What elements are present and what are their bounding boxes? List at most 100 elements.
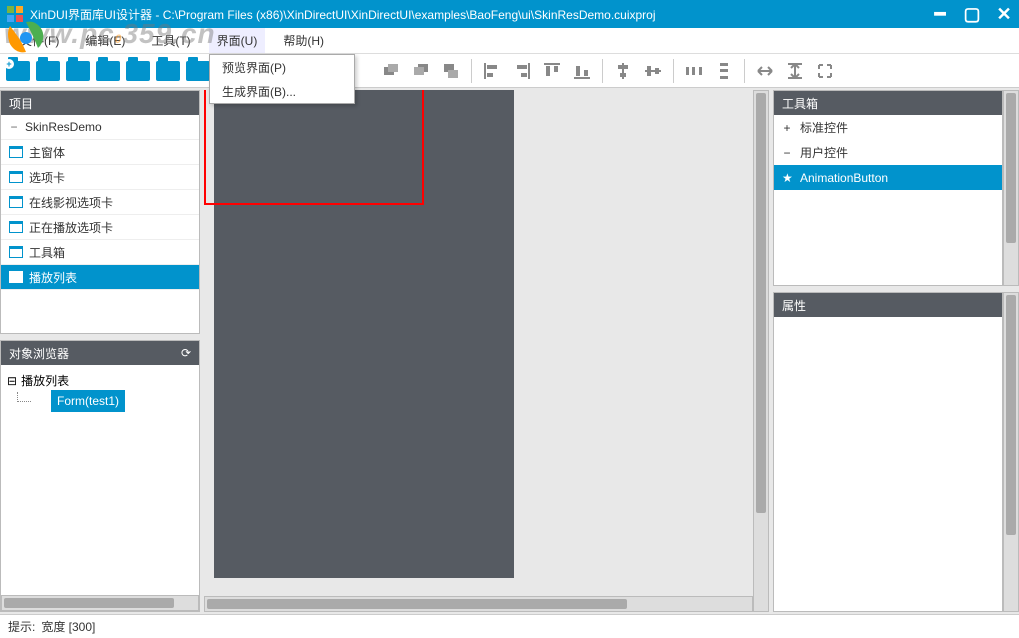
toolbox-row-label: 标准控件 <box>800 119 848 136</box>
file-icon <box>9 246 23 258</box>
toolbar-folder6-icon[interactable] <box>154 57 182 85</box>
titlebar: XinDUI界面库UI设计器 - C:\Program Files (x86)\… <box>0 0 1019 28</box>
canvas-scrollbar-v[interactable] <box>753 90 769 612</box>
menu-generate-ui[interactable]: 生成界面(B)... <box>210 79 354 103</box>
menu-help[interactable]: 帮助(H) <box>275 28 332 53</box>
same-height-icon[interactable] <box>781 57 809 85</box>
canvas-scrollbar-h[interactable] <box>204 596 753 612</box>
properties-header: 属性 <box>774 293 1002 317</box>
toolbar-separator <box>744 59 745 83</box>
project-item-playlist[interactable]: 播放列表 <box>1 265 199 290</box>
project-item-tab[interactable]: 选项卡 <box>1 165 199 190</box>
toolbar-new-icon[interactable]: + <box>4 57 32 85</box>
toolbox-panel: 工具箱 + 标准控件 − 用户控件 ★ AnimationButton <box>773 90 1003 286</box>
menu-ui[interactable]: 界面(U) <box>209 28 266 53</box>
project-item-playing[interactable]: 正在播放选项卡 <box>1 215 199 240</box>
align-center-h-icon[interactable] <box>609 57 637 85</box>
file-icon <box>9 196 23 208</box>
align-bottom-icon[interactable] <box>568 57 596 85</box>
object-browser-body: ⊟ 播放列表 Form(test1) <box>1 365 199 412</box>
distribute-v-icon[interactable] <box>710 57 738 85</box>
toolbar-folder7-icon[interactable] <box>184 57 212 85</box>
object-browser-title: 对象浏览器 <box>9 345 69 362</box>
project-item-mainform[interactable]: 主窗体 <box>1 140 199 165</box>
align-top-icon[interactable] <box>538 57 566 85</box>
statusbar: 提示: 宽度 [300] <box>0 614 1019 638</box>
design-canvas-wrap <box>204 90 753 596</box>
same-size-icon[interactable] <box>811 57 839 85</box>
file-icon <box>9 171 23 183</box>
project-item-label: 播放列表 <box>29 269 77 286</box>
properties-panel: 属性 <box>773 292 1003 612</box>
toolbar-separator <box>471 59 472 83</box>
properties-title: 属性 <box>782 297 806 314</box>
app-icon <box>6 5 24 23</box>
project-item-label: 正在播放选项卡 <box>29 219 113 236</box>
same-width-icon[interactable] <box>751 57 779 85</box>
highlight-box <box>204 90 424 205</box>
toolbox-animation-button[interactable]: ★ AnimationButton <box>774 165 1002 190</box>
toolbar-separator <box>673 59 674 83</box>
toolbar-open-icon[interactable] <box>34 57 62 85</box>
menu-file[interactable]: 文件(F) <box>12 28 67 53</box>
menu-edit[interactable]: 编辑(E) <box>77 28 133 53</box>
center-column <box>202 88 771 614</box>
ui-dropdown-menu: 预览界面(P) 生成界面(B)... <box>209 54 355 104</box>
design-canvas[interactable] <box>214 90 514 578</box>
project-item-label: 在线影视选项卡 <box>29 194 113 211</box>
minimize-button[interactable]: ━ <box>931 5 949 23</box>
menu-preview-ui[interactable]: 预览界面(P) <box>210 55 354 79</box>
window-title: XinDUI界面库UI设计器 - C:\Program Files (x86)\… <box>30 6 931 23</box>
collapse-icon: − <box>782 146 792 160</box>
browser-scrollbar-h[interactable] <box>1 595 199 611</box>
distribute-h-icon[interactable] <box>680 57 708 85</box>
menu-tools[interactable]: 工具(T) <box>143 28 198 53</box>
align-right-icon[interactable] <box>508 57 536 85</box>
toolbar: + <box>0 54 1019 88</box>
toolbar-saveall-icon[interactable] <box>94 57 122 85</box>
project-tree: − SkinResDemo 主窗体 选项卡 在线影视选项卡 正在播放 <box>1 115 199 290</box>
window-controls: ━ ▢ ✕ <box>931 5 1013 23</box>
right-column: 工具箱 + 标准控件 − 用户控件 ★ AnimationButton <box>771 88 1019 614</box>
project-panel-header: 项目 <box>1 91 199 115</box>
toolbar-save-icon[interactable] <box>64 57 92 85</box>
project-item-toolbox[interactable]: 工具箱 <box>1 240 199 265</box>
toolbox-standard-controls[interactable]: + 标准控件 <box>774 115 1002 140</box>
align-left-icon[interactable] <box>478 57 506 85</box>
properties-scrollbar-v[interactable] <box>1003 292 1019 612</box>
menubar: 文件(F) 编辑(E) 工具(T) 界面(U) 帮助(H) <box>0 28 1019 54</box>
file-icon <box>9 146 23 158</box>
project-item-online[interactable]: 在线影视选项卡 <box>1 190 199 215</box>
file-icon <box>9 221 23 233</box>
left-column: 项目 − SkinResDemo 主窗体 选项卡 在线影视选项卡 <box>0 88 202 614</box>
browser-child-row: Form(test1) <box>7 392 193 408</box>
file-icon <box>9 271 23 283</box>
project-item-root[interactable]: − SkinResDemo <box>1 115 199 140</box>
maximize-button[interactable]: ▢ <box>963 5 981 23</box>
object-browser-panel: 对象浏览器 ⟳ ⊟ 播放列表 Form(test1) <box>0 340 200 612</box>
toolbar-folder5-icon[interactable] <box>124 57 152 85</box>
project-item-label: 工具箱 <box>29 244 65 261</box>
toolbox-row-label: AnimationButton <box>800 171 888 185</box>
toolbox-title: 工具箱 <box>782 95 818 112</box>
browser-child-item[interactable]: Form(test1) <box>51 390 125 412</box>
toolbox-row-label: 用户控件 <box>800 144 848 161</box>
toolbar-layer3-icon[interactable] <box>437 57 465 85</box>
toolbar-layer1-icon[interactable] <box>377 57 405 85</box>
refresh-icon[interactable]: ⟳ <box>181 346 191 360</box>
browser-root-item[interactable]: ⊟ 播放列表 <box>7 369 193 392</box>
project-panel: 项目 − SkinResDemo 主窗体 选项卡 在线影视选项卡 <box>0 90 200 334</box>
project-item-label: 选项卡 <box>29 169 65 186</box>
status-width-value: 宽度 [300] <box>41 618 95 635</box>
project-item-label: 主窗体 <box>29 144 65 161</box>
toolbar-layer2-icon[interactable] <box>407 57 435 85</box>
align-center-v-icon[interactable] <box>639 57 667 85</box>
toolbox-header: 工具箱 <box>774 91 1002 115</box>
toolbox-scrollbar-v[interactable] <box>1003 90 1019 286</box>
tree-line <box>17 392 31 402</box>
project-item-label: SkinResDemo <box>25 120 102 134</box>
close-button[interactable]: ✕ <box>995 5 1013 23</box>
main-area: 项目 − SkinResDemo 主窗体 选项卡 在线影视选项卡 <box>0 88 1019 614</box>
toolbox-user-controls[interactable]: − 用户控件 <box>774 140 1002 165</box>
object-browser-header: 对象浏览器 ⟳ <box>1 341 199 365</box>
